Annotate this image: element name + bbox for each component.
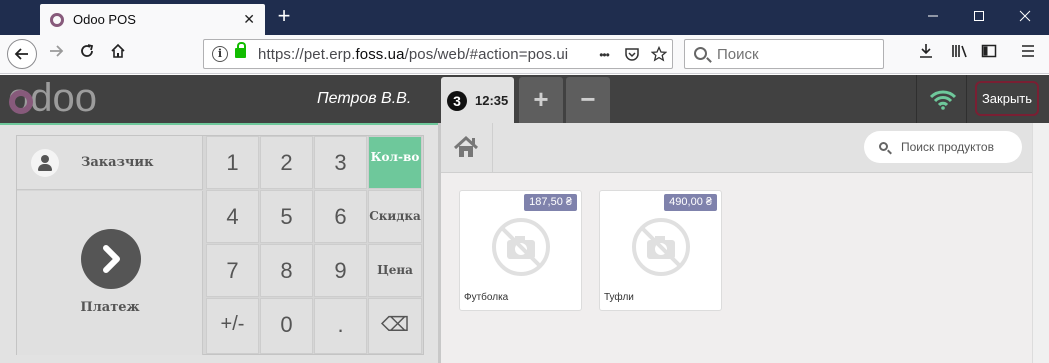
customer-button[interactable]: Заказчик	[17, 136, 203, 190]
odoo-logo: odoo	[8, 81, 97, 117]
download-icon[interactable]	[915, 43, 937, 65]
reload-icon[interactable]	[76, 43, 98, 65]
order-number-badge: 3	[447, 91, 467, 111]
numpad-key-2[interactable]: 2	[260, 136, 313, 189]
order-tab[interactable]: 3 12:35	[441, 77, 514, 123]
user-icon	[31, 149, 59, 177]
numpad-key-9[interactable]: 9	[314, 244, 367, 297]
pos-header: odoo Петров В.В. 3 12:35 + − Закрыть	[0, 75, 1049, 123]
numpad-key-1[interactable]: 1	[206, 136, 259, 189]
page-actions-icon[interactable]: •••	[595, 46, 613, 64]
chevron-right-icon	[81, 229, 141, 289]
numpad-key-6[interactable]: 6	[314, 190, 367, 243]
close-pos-button[interactable]: Закрыть	[975, 81, 1039, 116]
numpad-decimal-key[interactable]: .	[314, 298, 367, 354]
browser-search-placeholder: Поиск	[717, 46, 759, 63]
product-name: Футболка	[464, 292, 509, 303]
home-icon	[453, 135, 479, 157]
sidebar-icon[interactable]	[978, 43, 1000, 65]
no-image-icon	[632, 218, 690, 276]
product-pane: Поиск продуктов 187,50 ₴ Футболка 490,00…	[441, 123, 1049, 363]
library-icon[interactable]	[949, 43, 971, 65]
header-separator	[916, 75, 917, 123]
order-time: 12:35	[475, 93, 509, 108]
browser-navbar: i https://pet.erp.foss.ua/pos/web/#actio…	[0, 35, 1049, 74]
product-search-placeholder: Поиск продуктов	[901, 140, 994, 154]
product-card[interactable]: 490,00 ₴ Туфли	[599, 190, 722, 311]
tab-title: Odoo POS	[73, 12, 136, 27]
minimize-icon[interactable]	[921, 6, 945, 28]
no-image-icon	[492, 218, 550, 276]
wifi-icon[interactable]	[930, 90, 956, 110]
back-arrow-icon[interactable]	[7, 39, 37, 69]
url-text[interactable]: https://pet.erp.foss.ua/pos/web/#action=…	[258, 46, 568, 63]
numpad: 1 2 3 Кол-во 4 5 6 Скидка 7 8 9 Цена +/-…	[206, 136, 424, 355]
numpad-key-8[interactable]: 8	[260, 244, 313, 297]
customer-label: Заказчик	[81, 155, 154, 170]
mode-discount-button[interactable]: Скидка	[368, 190, 422, 243]
numpad-key-3[interactable]: 3	[314, 136, 367, 189]
payment-button[interactable]: Платеж	[17, 191, 203, 355]
header-separator	[966, 75, 967, 123]
price-tag: 490,00 ₴	[664, 194, 717, 211]
star-icon[interactable]	[650, 45, 668, 64]
numpad-key-7[interactable]: 7	[206, 244, 259, 297]
cashier-name[interactable]: Петров В.В.	[317, 90, 411, 108]
product-card[interactable]: 187,50 ₴ Футболка	[459, 190, 582, 311]
numpad-sign-key[interactable]: +/-	[206, 298, 259, 354]
lock-icon	[235, 42, 246, 58]
address-bar[interactable]: i https://pet.erp.foss.ua/pos/web/#actio…	[203, 39, 673, 69]
numpad-key-5[interactable]: 5	[260, 190, 313, 243]
pocket-icon[interactable]	[623, 46, 641, 64]
product-name: Туфли	[604, 292, 634, 303]
new-tab-button[interactable]: +	[273, 4, 295, 30]
payment-label: Платеж	[80, 300, 140, 315]
info-icon[interactable]: i	[212, 46, 228, 62]
browser-search-input[interactable]: Поиск	[684, 39, 884, 69]
numpad-key-0[interactable]: 0	[260, 298, 313, 354]
home-icon[interactable]	[107, 43, 129, 65]
search-icon	[879, 142, 888, 151]
numpad-key-4[interactable]: 4	[206, 190, 259, 243]
remove-order-button[interactable]: −	[566, 77, 610, 123]
window-close-icon[interactable]	[1013, 6, 1037, 28]
browser-titlebar: Odoo POS ✕ +	[0, 0, 1049, 35]
odoo-favicon-icon	[50, 13, 64, 27]
search-icon	[694, 47, 707, 60]
hamburger-menu-icon[interactable]	[1017, 43, 1039, 65]
backspace-icon[interactable]: ⌫	[368, 298, 422, 354]
mode-quantity-button[interactable]: Кол-во	[368, 136, 422, 189]
add-order-button[interactable]: +	[519, 77, 563, 123]
product-scrollbar[interactable]	[1032, 123, 1049, 363]
price-tag: 187,50 ₴	[524, 194, 577, 211]
mode-price-button[interactable]: Цена	[368, 244, 422, 297]
order-pane: Заказчик Платеж 1 2 3 Кол-во 4 5 6 Скидк…	[0, 123, 438, 363]
control-pad: Заказчик Платеж 1 2 3 Кол-во 4 5 6 Скидк…	[16, 135, 424, 355]
maximize-icon[interactable]	[967, 6, 991, 28]
tab-close-icon[interactable]: ✕	[243, 11, 255, 28]
forward-arrow-icon[interactable]	[45, 43, 67, 65]
product-toolbar: Поиск продуктов	[441, 123, 1032, 173]
category-home-button[interactable]	[441, 123, 493, 173]
product-search-input[interactable]: Поиск продуктов	[864, 131, 1022, 163]
browser-tab[interactable]: Odoo POS ✕	[40, 4, 265, 35]
